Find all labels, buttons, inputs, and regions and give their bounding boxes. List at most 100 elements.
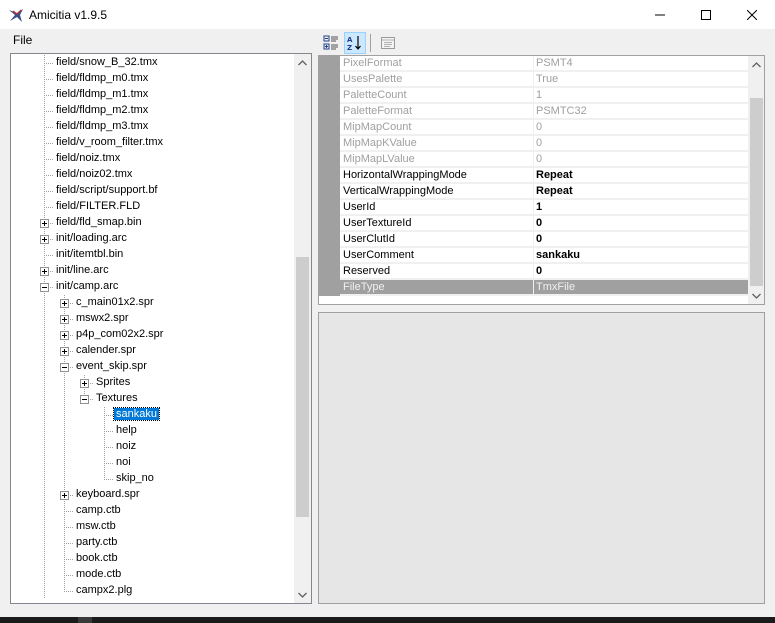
expand-icon[interactable] (60, 347, 69, 356)
tree-item[interactable]: field/fldmp_m3.tmx (54, 119, 150, 135)
tree-item[interactable]: field/fldmp_m2.tmx (54, 103, 150, 119)
maximize-button[interactable] (683, 0, 729, 29)
property-value[interactable]: Repeat (534, 184, 749, 199)
property-row[interactable]: MipMapCount 0 (319, 120, 749, 136)
tree-item[interactable]: field/fldmp_m1.tmx (54, 87, 150, 103)
tree-item[interactable]: Sprites (94, 375, 132, 391)
tree-item[interactable]: field/fld_smap.bin (54, 215, 144, 231)
alphabetical-button[interactable]: A Z (344, 31, 366, 54)
property-row[interactable]: VerticalWrappingMode Repeat (319, 184, 749, 200)
tree-item[interactable]: party.ctb (74, 535, 119, 551)
tree-item[interactable]: field/fldmp_m0.tmx (54, 71, 150, 87)
file-tree[interactable]: field/snow_B_32.tmx field/fldmp_m0.tmx fie… (10, 53, 312, 604)
tree-item[interactable]: p4p_com02x2.spr (74, 327, 165, 343)
property-scroll-up-arrow[interactable] (748, 56, 764, 73)
taskbar-strip (0, 617, 775, 623)
tree-item-label: campx2.plg (76, 584, 133, 596)
tree-item[interactable]: field/FILTER.FLD (54, 199, 142, 215)
tree-item[interactable]: init/camp.arc (54, 279, 120, 295)
scroll-down-arrow[interactable] (294, 586, 311, 603)
property-row[interactable]: UsesPalette True (319, 72, 749, 88)
property-value[interactable]: 1 (534, 200, 749, 215)
close-button[interactable] (729, 0, 775, 29)
tree-item[interactable]: noiz (114, 439, 138, 455)
property-row[interactable]: UserId 1 (319, 200, 749, 216)
tree-item[interactable]: book.ctb (74, 551, 120, 567)
chevron-down-icon (752, 293, 761, 299)
scroll-up-arrow[interactable] (294, 54, 311, 71)
tree-item[interactable]: msw.ctb (74, 519, 118, 535)
tree-item[interactable]: field/snow_B_32.tmx (54, 55, 160, 71)
property-value[interactable]: 0 (534, 232, 749, 247)
property-name: VerticalWrappingMode (340, 184, 534, 199)
tree-item[interactable]: event_skip.spr (74, 359, 149, 375)
property-row-margin (319, 152, 340, 168)
property-row[interactable]: PixelFormat PSMT4 (319, 56, 749, 72)
property-scrollbar[interactable] (748, 56, 764, 304)
tree-item[interactable]: init/itemtbl.bin (54, 247, 125, 263)
tree-item[interactable]: mode.ctb (74, 567, 123, 583)
collapse-icon[interactable] (60, 363, 69, 372)
tree-item[interactable]: camp.ctb (74, 503, 123, 519)
menu-file[interactable]: File (0, 33, 40, 47)
property-row[interactable]: UserComment sankaku (319, 248, 749, 264)
tree-item[interactable]: skip_no (114, 471, 156, 487)
collapse-icon[interactable] (40, 283, 49, 292)
tree-item[interactable]: field/script/support.bf (54, 183, 160, 199)
tree-item[interactable]: sankaku (113, 407, 160, 423)
tree-item[interactable]: help (114, 423, 139, 439)
tree-item[interactable]: field/noiz.tmx (54, 151, 122, 167)
property-row[interactable]: UserTextureId 0 (319, 216, 749, 232)
property-value[interactable]: 0 (534, 264, 749, 279)
tree-item[interactable]: field/noiz02.tmx (54, 167, 134, 183)
property-value[interactable]: sankaku (534, 248, 749, 263)
expand-icon[interactable] (60, 331, 69, 340)
minimize-button[interactable] (637, 0, 683, 29)
tree-scroll-thumb[interactable] (296, 257, 309, 517)
property-row[interactable]: UserClutId 0 (319, 232, 749, 248)
collapse-icon[interactable] (80, 395, 89, 404)
tree-item-label: Sprites (96, 376, 131, 388)
expand-icon[interactable] (80, 379, 89, 388)
expand-icon[interactable] (60, 491, 69, 500)
property-pages-button[interactable] (377, 32, 399, 54)
property-row[interactable]: MipMapLValue 0 (319, 152, 749, 168)
property-row[interactable]: HorizontalWrappingMode Repeat (319, 168, 749, 184)
expand-icon[interactable] (60, 299, 69, 308)
tree-item-label: field/FILTER.FLD (56, 200, 141, 212)
tree-item[interactable]: mswx2.spr (74, 311, 131, 327)
expand-icon[interactable] (40, 235, 49, 244)
tree-item-label: noi (116, 456, 131, 468)
tree-item[interactable]: field/v_room_filter.tmx (54, 135, 165, 151)
expand-icon[interactable] (40, 219, 49, 228)
property-scroll-down-arrow[interactable] (748, 287, 764, 304)
tree-item[interactable]: campx2.plg (74, 583, 134, 599)
property-value[interactable]: Repeat (534, 168, 749, 183)
expand-icon[interactable] (60, 315, 69, 324)
tree-item[interactable]: init/loading.arc (54, 231, 129, 247)
tree-item[interactable]: noi (114, 455, 133, 471)
property-row[interactable]: MipMapKValue 0 (319, 136, 749, 152)
property-scroll-thumb[interactable] (750, 98, 763, 286)
chevron-up-icon (752, 61, 761, 67)
tree-scrollbar[interactable] (294, 54, 311, 603)
property-row[interactable]: Reserved 0 (319, 264, 749, 280)
property-name: UserId (340, 200, 534, 215)
tree-item[interactable]: c_main01x2.spr (74, 295, 156, 311)
tree-item[interactable]: init/line.arc (54, 263, 111, 279)
tree-item-label: sankaku (113, 407, 160, 421)
property-value[interactable]: 0 (534, 216, 749, 231)
property-name: UsesPalette (340, 72, 534, 87)
tree-item[interactable]: calender.spr (74, 343, 138, 359)
property-value: TmxFile (534, 280, 749, 295)
tree-item-label: camp.ctb (76, 504, 121, 516)
categorized-button[interactable] (320, 32, 342, 54)
property-row[interactable]: PaletteCount 1 (319, 88, 749, 104)
expand-icon[interactable] (40, 267, 49, 276)
property-row[interactable]: PaletteFormat PSMTC32 (319, 104, 749, 120)
property-row[interactable]: FileType TmxFile (319, 280, 749, 296)
tree-item[interactable]: keyboard.spr (74, 487, 142, 503)
tree-item[interactable]: Textures (94, 391, 140, 407)
expander-bar (42, 287, 47, 288)
property-grid[interactable]: PixelFormat PSMT4 UsesPalette True PaletteCo… (318, 55, 765, 305)
